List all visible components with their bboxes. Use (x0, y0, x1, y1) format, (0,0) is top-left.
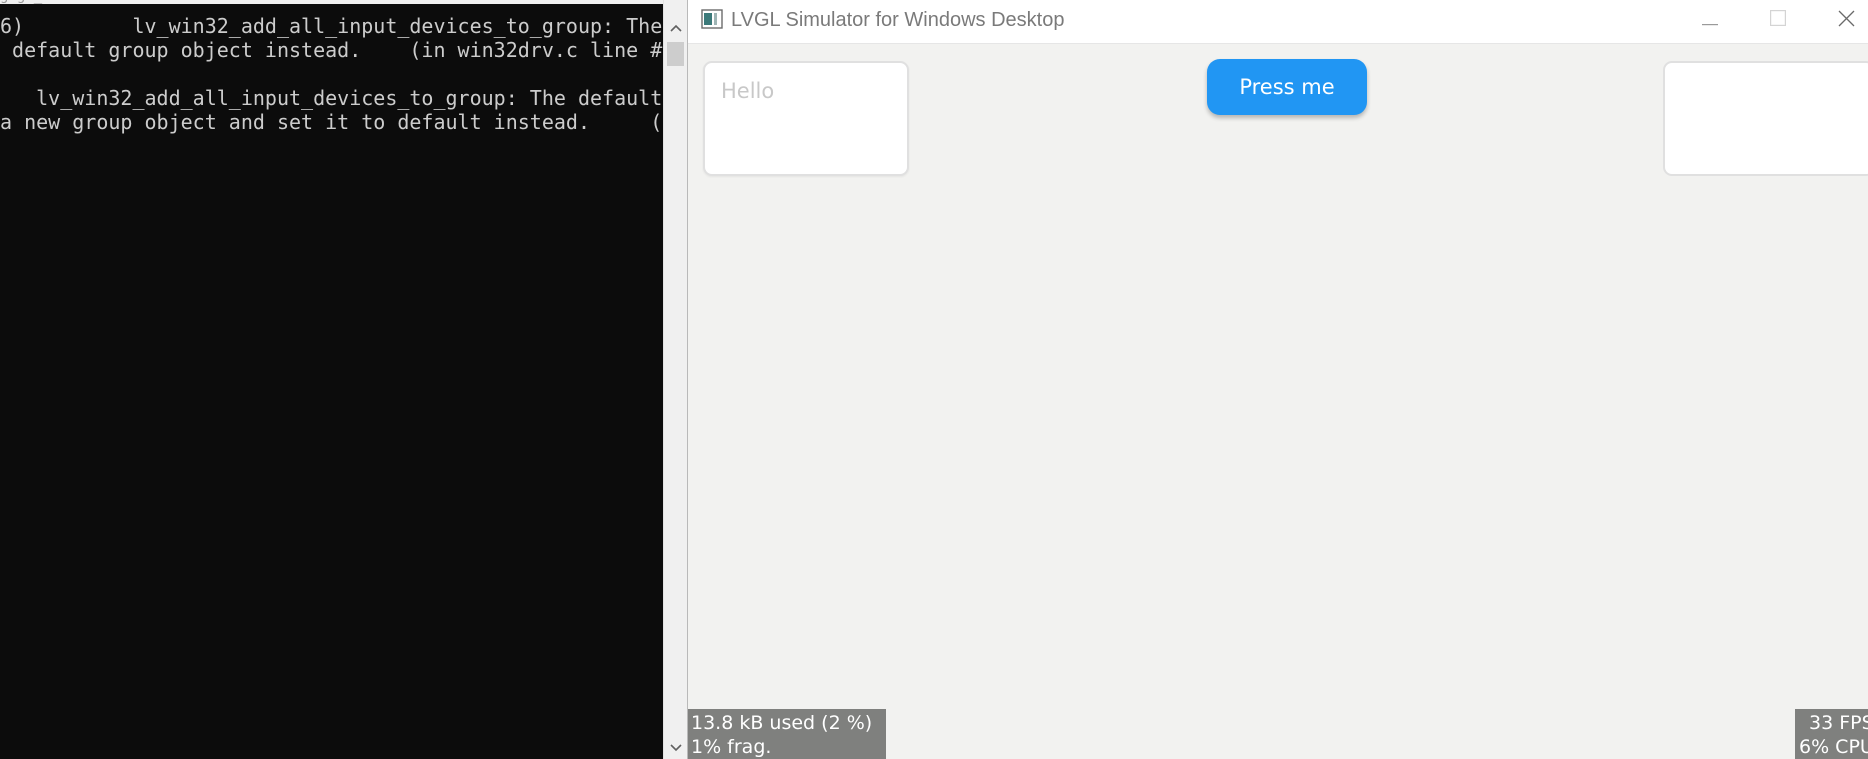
minimize-button[interactable] (1676, 0, 1744, 40)
console-window: gigi_a 6) lv_win32_add_all_input_devices… (0, 0, 663, 759)
console-line: a new group object and set it to default… (0, 110, 663, 134)
hello-textarea[interactable]: Hello (703, 61, 909, 176)
cpu-text: 6% CPU (1799, 736, 1868, 758)
console-line: lv_win32_add_all_input_devices_to_group:… (0, 86, 663, 110)
console-line: 6) lv_win32_add_all_input_devices_to_gro… (0, 14, 663, 38)
chevron-up-icon[interactable] (664, 18, 688, 38)
close-icon (1838, 10, 1855, 31)
console-line: default group object instead. (in win32d… (0, 38, 663, 62)
press-me-button[interactable]: Press me (1207, 59, 1367, 115)
fps-text: 33 FPS (1809, 712, 1868, 734)
minimize-icon (1702, 11, 1718, 30)
chevron-down-icon[interactable] (664, 738, 688, 758)
memory-used-text: 13.8 kB used (2 %) (691, 712, 873, 734)
memory-frag-text: 1% frag. (691, 736, 772, 758)
memory-monitor: 13.8 kB used (2 %) 1% frag. (688, 709, 886, 759)
right-panel[interactable] (1663, 61, 1868, 176)
performance-monitor: 33 FPS 6% CPU (1795, 709, 1868, 759)
hello-label: Hello (721, 79, 775, 103)
title-bar[interactable]: LVGL Simulator for Windows Desktop (688, 0, 1868, 44)
console-scrollbar[interactable] (663, 0, 687, 759)
close-button[interactable] (1812, 0, 1868, 40)
window-title: LVGL Simulator for Windows Desktop (731, 9, 1065, 31)
simulator-window: LVGL Simulator for Windows Desktop Hello… (687, 0, 1868, 759)
console-partial-line: gigi_a (0, 0, 663, 4)
app-window-icon (701, 9, 723, 29)
maximize-button[interactable] (1744, 0, 1812, 40)
scrollbar-thumb[interactable] (667, 42, 684, 66)
maximize-icon (1770, 10, 1787, 30)
